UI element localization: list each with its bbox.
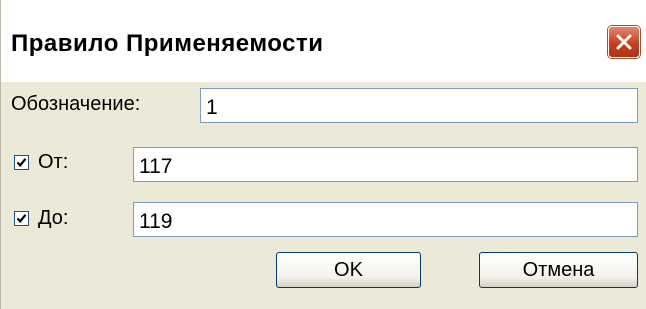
close-icon (616, 34, 632, 50)
checkmark-icon (16, 214, 27, 223)
window-title: Правило Применяемости (11, 30, 324, 57)
from-checkbox[interactable] (14, 155, 29, 170)
to-label: До: (38, 207, 69, 229)
ok-button[interactable]: OK (276, 252, 421, 288)
designation-label: Обозначение: (11, 93, 141, 115)
applicability-rule-dialog: Правило Применяемости Обозначение: От: Д… (0, 0, 646, 309)
close-button[interactable] (608, 26, 640, 58)
from-field[interactable] (133, 147, 638, 182)
to-field[interactable] (133, 202, 638, 237)
checkmark-icon (16, 158, 27, 167)
cancel-button[interactable]: Отмена (479, 252, 638, 288)
to-checkbox[interactable] (14, 211, 29, 226)
title-bar: Правило Применяемости (1, 0, 646, 82)
designation-field[interactable] (200, 88, 638, 123)
from-label: От: (38, 151, 69, 173)
